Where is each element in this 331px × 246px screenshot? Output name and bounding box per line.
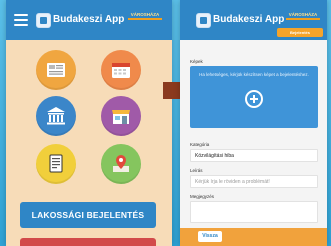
description-label: Leírás bbox=[190, 168, 203, 173]
brand-tag: VÁROSHÁZA bbox=[128, 12, 162, 20]
description-input[interactable]: Kérjük írja le röviden a problémát! bbox=[190, 175, 318, 188]
tab-report[interactable]: Bejelentés bbox=[277, 28, 323, 37]
decorative-square bbox=[163, 82, 180, 99]
app-logo bbox=[36, 13, 51, 28]
app-title: Budakeszi App bbox=[213, 14, 285, 25]
add-photo-icon[interactable] bbox=[245, 90, 263, 108]
brand-tag-label: VÁROSHÁZA bbox=[130, 12, 160, 17]
tile-map[interactable] bbox=[101, 144, 141, 184]
brand-tag-label: VÁROSHÁZA bbox=[288, 12, 318, 17]
tile-news[interactable] bbox=[36, 50, 76, 90]
document-list-icon bbox=[49, 154, 63, 173]
category-select[interactable]: Közvilágítási hiba bbox=[190, 149, 318, 162]
app-title: Budakeszi App bbox=[53, 14, 125, 25]
top-bar: Budakeszi App VÁROSHÁZA Bejelentés bbox=[180, 0, 327, 40]
report-button[interactable]: LAKOSSÁGI BEJELENTÉS bbox=[20, 202, 156, 228]
tile-calendar[interactable] bbox=[101, 50, 141, 90]
back-button[interactable]: Vissza bbox=[198, 231, 222, 242]
tile-shop[interactable] bbox=[101, 96, 141, 136]
photos-label: Képek bbox=[190, 59, 203, 64]
tile-documents[interactable] bbox=[36, 144, 76, 184]
app-logo bbox=[196, 13, 211, 28]
shop-icon bbox=[112, 110, 130, 124]
menu-icon[interactable] bbox=[14, 14, 28, 26]
category-label: Kategória bbox=[190, 142, 210, 147]
calendar-icon bbox=[112, 63, 130, 78]
home-screen: Budakeszi App VÁROSHÁZA LAKOSSÁGI BEJELE… bbox=[6, 0, 172, 246]
tile-city-hall[interactable] bbox=[36, 96, 76, 136]
top-bar: Budakeszi App VÁROSHÁZA bbox=[6, 0, 172, 40]
map-pin-icon bbox=[113, 155, 129, 172]
photo-hint: Ha lehetséges, kérjük készítsen képet a … bbox=[199, 72, 309, 77]
secondary-button[interactable] bbox=[20, 238, 156, 246]
photo-upload[interactable]: Ha lehetséges, kérjük készítsen képet a … bbox=[190, 66, 318, 128]
comment-label: Megjegyzés bbox=[190, 194, 215, 199]
news-icon bbox=[47, 63, 65, 77]
city-hall-icon bbox=[47, 107, 65, 125]
report-form-screen: Budakeszi App VÁROSHÁZA Bejelentés Képek… bbox=[180, 0, 327, 246]
brand-tag: VÁROSHÁZA bbox=[286, 12, 320, 20]
bottom-bar: Vissza bbox=[180, 228, 327, 246]
comment-textarea[interactable] bbox=[190, 201, 318, 223]
